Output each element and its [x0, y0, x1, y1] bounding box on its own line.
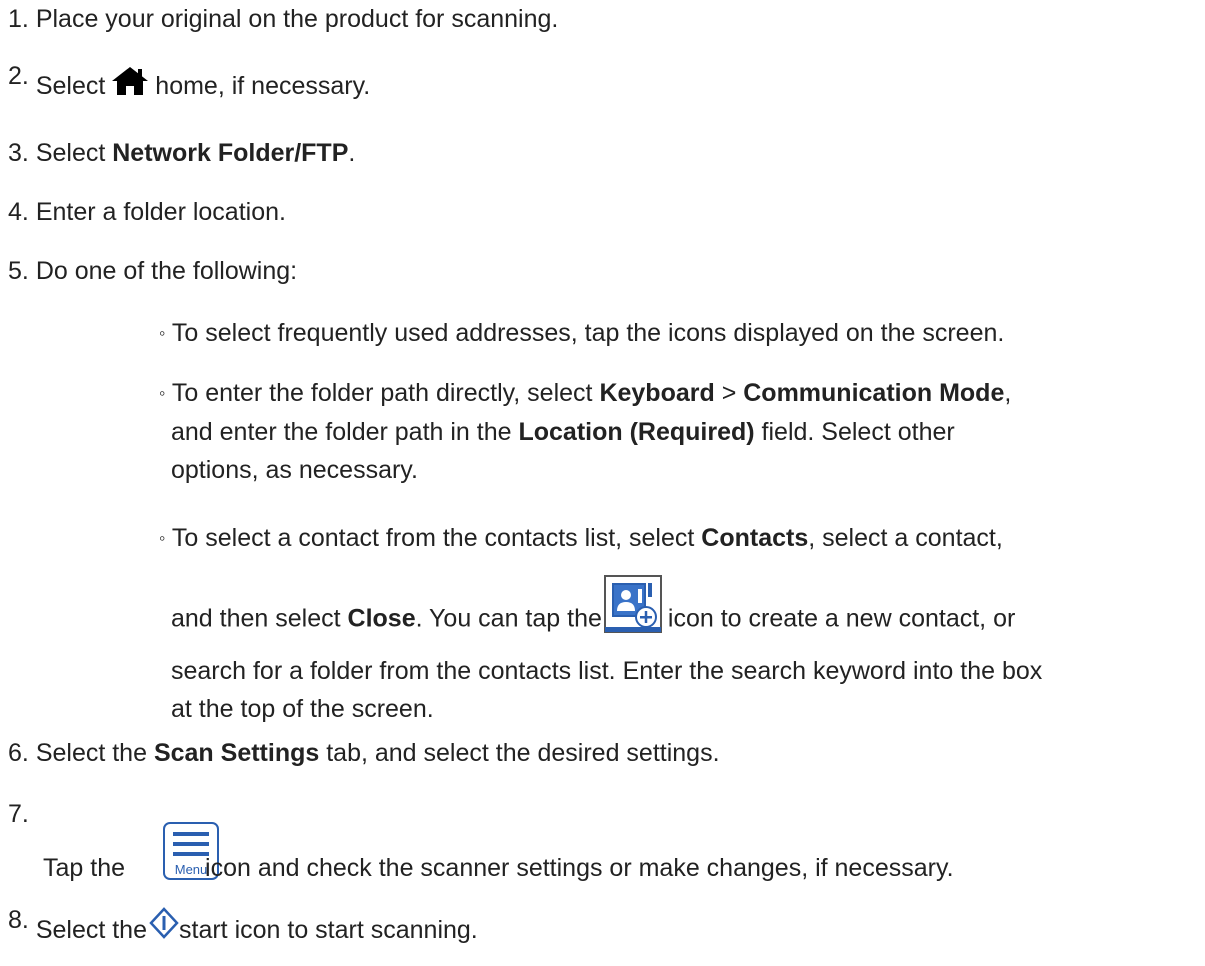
bullet-text: icon to create a new contact, or — [667, 604, 1016, 633]
network-folder-label: Network Folder/FTP — [112, 139, 349, 167]
step-text: Place your original on the product for s… — [35, 5, 559, 33]
bullet-mark: ◦ — [159, 323, 166, 343]
instructions-page: 1. Place your original on the product fo… — [0, 0, 1205, 966]
bullet-text: To enter the folder path directly, selec… — [171, 379, 600, 407]
step-text: Select — [35, 139, 113, 167]
step-7: Tap the icon and check the scanner settin… — [43, 852, 954, 885]
step-number: 5. — [8, 257, 29, 285]
bullet-mark: ◦ — [159, 383, 166, 403]
step-text-after: . — [348, 139, 356, 167]
option-bullet-3: ◦ To select a contact from the contacts … — [159, 522, 1189, 726]
step-6: 6. Select the Scan Settings tab, and sel… — [8, 737, 720, 770]
contacts-label: Contacts — [701, 524, 809, 552]
step-text-after: icon and check the scanner settings or m… — [205, 854, 954, 882]
separator: > — [714, 379, 744, 407]
start-icon — [149, 907, 179, 940]
close-label: Close — [347, 604, 416, 633]
step-text-after: tab, and select the desired settings. — [319, 739, 720, 767]
step-number: 7. — [8, 800, 29, 828]
step-7-number-line: 7. — [8, 798, 29, 831]
scan-settings-label: Scan Settings — [153, 739, 320, 767]
location-required-label: Location (Required) — [518, 417, 755, 446]
bullet-text: options, as necessary. — [171, 456, 418, 484]
bullet-text: search for a folder from the contacts li… — [171, 656, 1043, 685]
step-3: 3. Select Network Folder/FTP. — [8, 137, 355, 170]
step-1: 1. Place your original on the product fo… — [8, 3, 558, 36]
step-number: 3. — [8, 139, 29, 167]
communication-mode-label: Communication Mode — [743, 379, 1005, 407]
step-text: Enter a folder location. — [35, 198, 286, 226]
step-2: 2. Select home, if necessary. — [8, 62, 371, 103]
bullet-text: and enter the folder path in the — [171, 417, 519, 446]
bullet-text: To select a contact from the contacts li… — [171, 524, 702, 552]
bullet-text: . You can tap the — [415, 604, 602, 633]
step-text: Select the — [35, 916, 147, 944]
keyboard-label: Keyboard — [599, 379, 715, 407]
contact-add-icon — [603, 574, 662, 633]
option-bullet-1: ◦ To select frequently used addresses, t… — [159, 317, 1189, 350]
bullet-mark: ◦ — [159, 528, 166, 548]
bullet-text: To select frequently used addresses, tap… — [171, 319, 1005, 347]
home-icon — [111, 65, 149, 97]
step-text-after: start icon to start scanning. — [179, 916, 478, 944]
bullet-text: and then select — [171, 604, 348, 633]
step-text: Select — [35, 72, 106, 100]
step-text: Select the — [35, 739, 154, 767]
step-number: 8. — [8, 906, 29, 934]
step-number: 6. — [8, 739, 29, 767]
bullet-text: , select a contact, — [808, 524, 1003, 552]
bullet-text: at the top of the screen. — [171, 695, 434, 723]
step-text: Tap the — [43, 854, 126, 882]
step-number: 4. — [8, 198, 29, 226]
step-number: 1. — [8, 5, 29, 33]
option-bullet-2: ◦ To enter the folder path directly, sel… — [159, 377, 1189, 487]
step-number: 2. — [8, 62, 29, 90]
step-8: 8. Select the start icon to start scannin… — [8, 906, 478, 947]
bullet-text: field. Select other — [754, 417, 955, 446]
step-text-after: home, if necessary. — [155, 72, 371, 100]
bullet-text: , — [1004, 379, 1012, 407]
step-5: 5. Do one of the following: — [8, 255, 297, 288]
step-4: 4. Enter a folder location. — [8, 196, 286, 229]
step-text: Do one of the following: — [35, 257, 298, 285]
